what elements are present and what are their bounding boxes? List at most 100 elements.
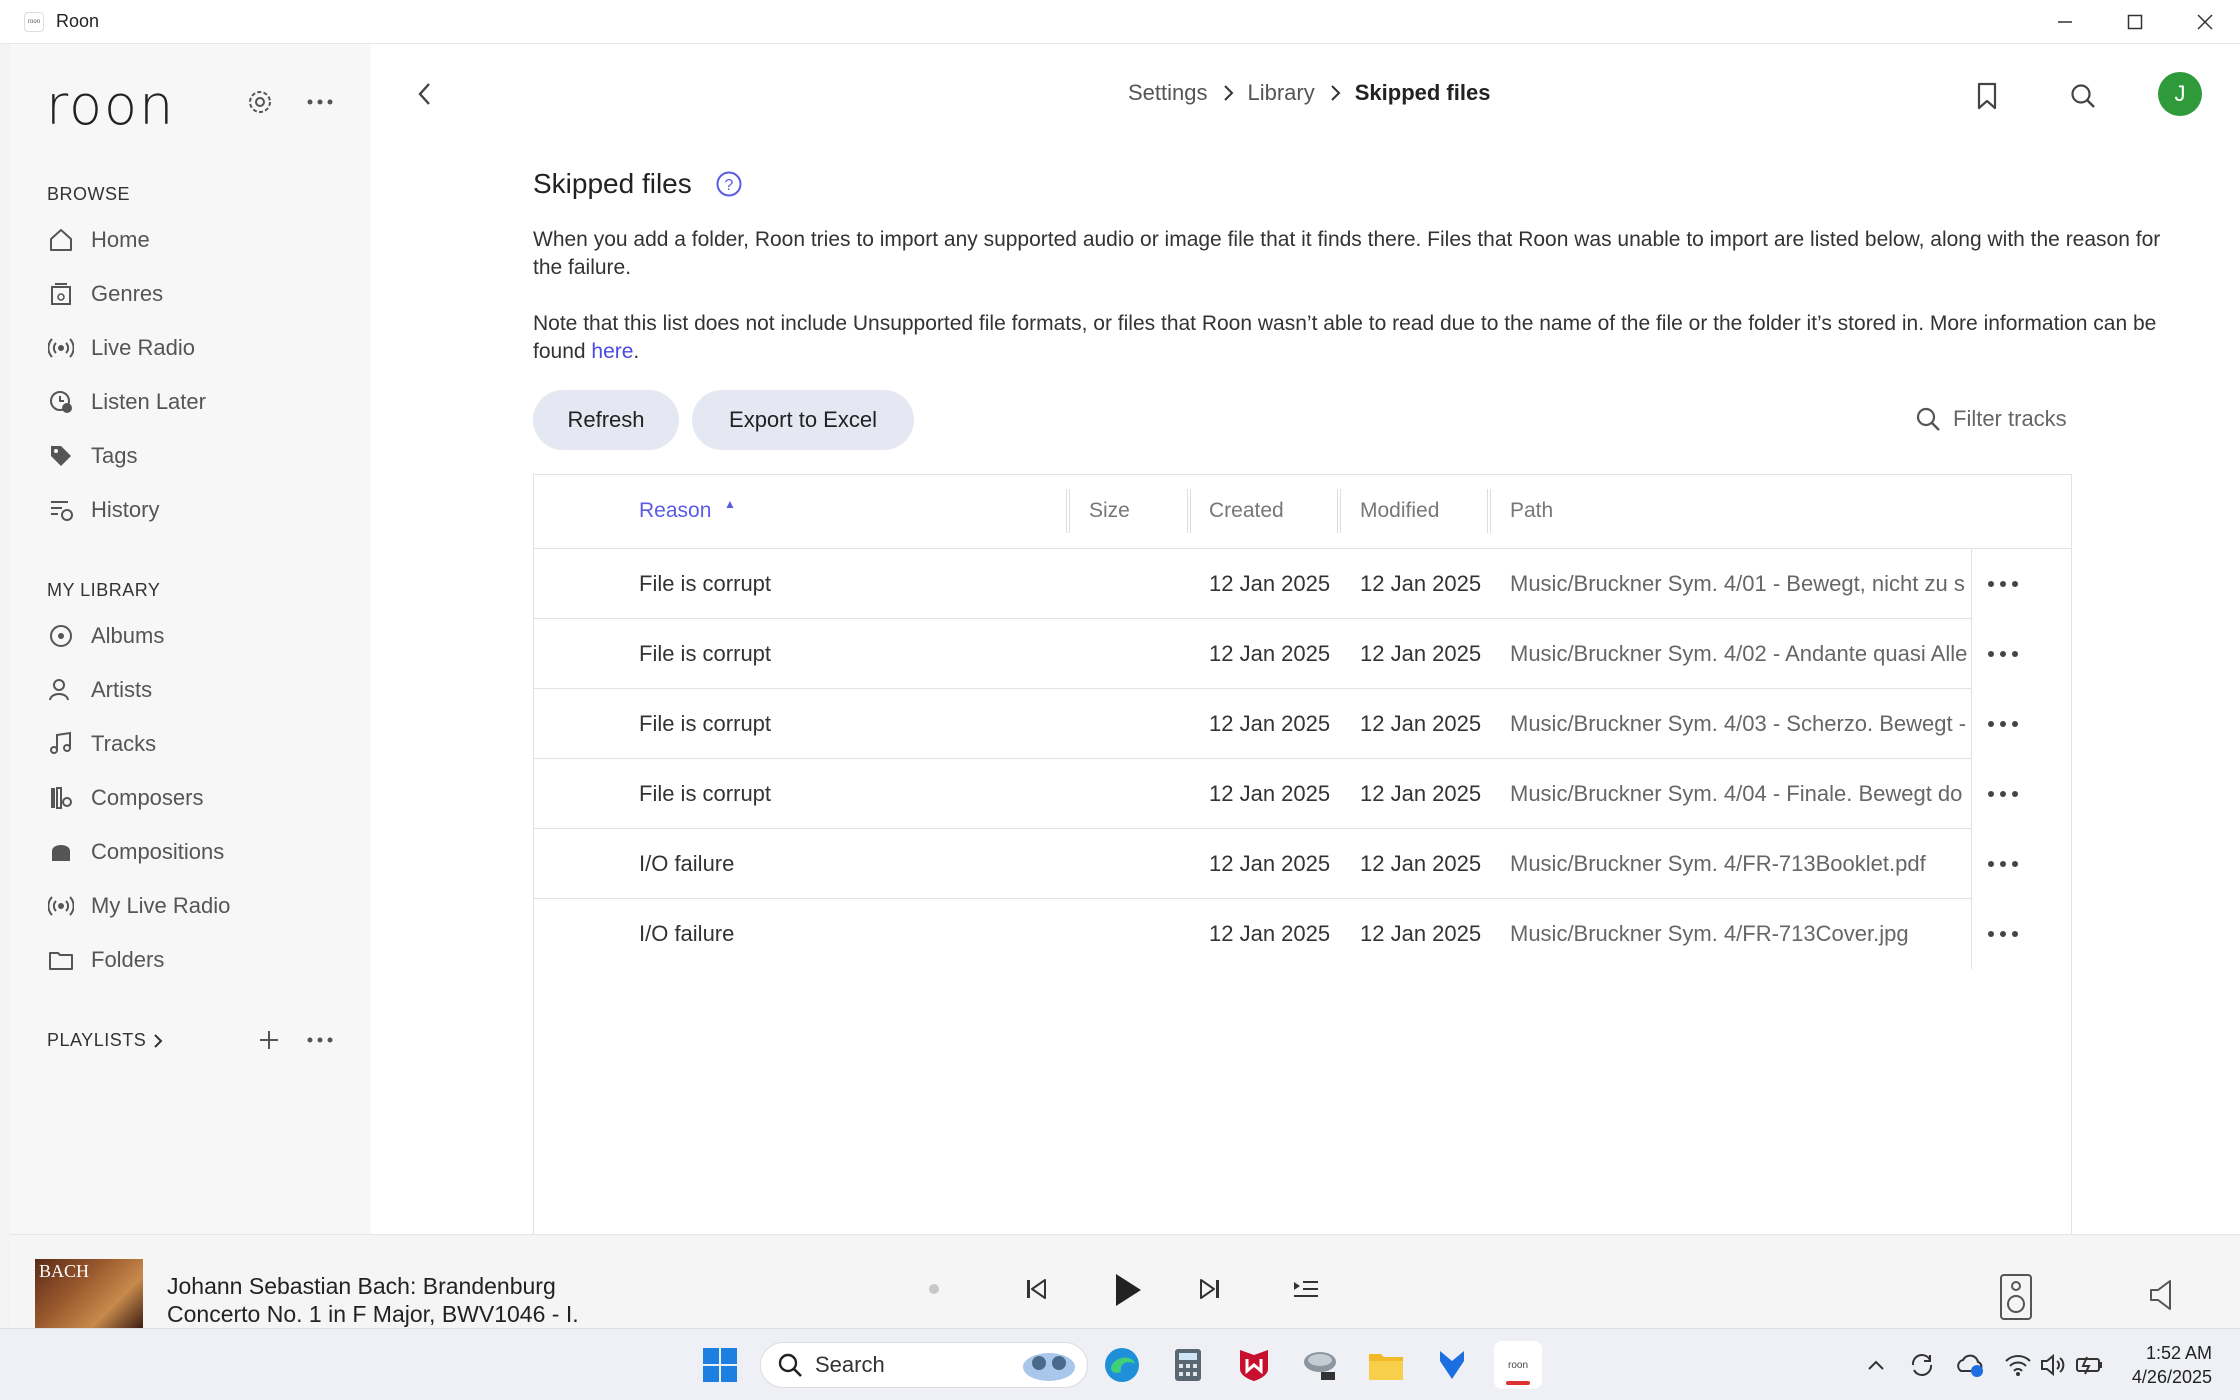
row-more-icon[interactable] <box>1971 899 2033 969</box>
settings-gear-icon[interactable] <box>240 82 280 122</box>
playlists-more-icon[interactable] <box>300 1020 340 1060</box>
disk-app-icon[interactable] <box>1296 1341 1344 1389</box>
row-more-icon[interactable] <box>1971 689 2033 759</box>
help-icon[interactable]: ? <box>715 170 743 198</box>
roon-taskbar-icon[interactable]: roon <box>1494 1341 1542 1389</box>
home-icon <box>47 226 75 254</box>
album-art[interactable]: BACH <box>35 1259 143 1329</box>
sidebar-item-label: Compositions <box>91 839 225 864</box>
sort-ascending-icon: ▲ <box>724 497 736 511</box>
add-playlist-icon[interactable] <box>249 1020 289 1060</box>
folder-icon <box>47 946 75 974</box>
mcafee-icon[interactable] <box>1230 1341 1278 1389</box>
column-header-created[interactable]: Created <box>1209 499 1284 523</box>
sidebar-item-live-radio[interactable]: Live Radio <box>47 328 347 368</box>
column-header-reason[interactable]: Reason <box>639 499 711 523</box>
chevron-right-icon <box>1222 84 1234 102</box>
genres-icon <box>47 280 75 308</box>
track-title-line1[interactable]: Johann Sebastian Bach: Brandenburg <box>167 1273 767 1300</box>
breadcrumb: Settings Library Skipped files <box>1128 80 1490 106</box>
sidebar-item-composers[interactable]: Composers <box>47 778 347 818</box>
column-resize-handle[interactable] <box>1066 489 1070 533</box>
table-row[interactable]: File is corrupt 12 Jan 2025 12 Jan 2025 … <box>534 759 2018 829</box>
column-header-path[interactable]: Path <box>1510 499 1553 523</box>
playlists-header-label: PLAYLISTS <box>47 1030 147 1050</box>
edge-browser-icon[interactable] <box>1098 1341 1146 1389</box>
table-row[interactable]: File is corrupt 12 Jan 2025 12 Jan 2025 … <box>534 549 2018 619</box>
column-header-size[interactable]: Size <box>1089 499 1130 523</box>
filter-placeholder: Filter tracks <box>1953 406 2067 431</box>
column-resize-handle[interactable] <box>1187 489 1191 533</box>
row-more-icon[interactable] <box>1971 759 2033 829</box>
export-to-excel-button[interactable]: Export to Excel <box>692 390 914 450</box>
sidebar-item-home[interactable]: Home <box>47 220 347 260</box>
volume-icon[interactable] <box>2142 1275 2182 1315</box>
sidebar-item-folders[interactable]: Folders <box>47 940 347 980</box>
status-dot-icon <box>924 1279 944 1299</box>
maximize-button[interactable] <box>2100 0 2170 44</box>
chevron-up-icon[interactable] <box>1852 1341 1900 1389</box>
minimize-button[interactable] <box>2030 0 2100 44</box>
table-row[interactable]: I/O failure 12 Jan 2025 12 Jan 2025 Musi… <box>534 829 2018 899</box>
playlists-header[interactable]: PLAYLISTS <box>47 1030 164 1051</box>
chevron-right-icon <box>154 1033 163 1048</box>
sidebar-item-label: Albums <box>91 623 165 648</box>
sidebar-item-tracks[interactable]: Tracks <box>47 724 347 764</box>
bookmark-icon[interactable] <box>1965 74 2009 118</box>
close-window-button[interactable] <box>2170 0 2240 44</box>
sidebar-item-genres[interactable]: Genres <box>47 274 347 314</box>
sidebar-item-my-live-radio[interactable]: My Live Radio <box>47 886 347 926</box>
sidebar-item-compositions[interactable]: Compositions <box>47 832 347 872</box>
taskbar-clock[interactable]: 1:52 AM 4/26/2025 <box>2120 1341 2212 1389</box>
sync-icon[interactable] <box>1898 1341 1946 1389</box>
refresh-button[interactable]: Refresh <box>533 390 679 450</box>
breadcrumb-current: Skipped files <box>1354 80 1491 105</box>
user-avatar[interactable]: J <box>2158 72 2202 116</box>
cloud-status-icon[interactable] <box>1946 1341 1994 1389</box>
battery-icon[interactable] <box>2066 1341 2114 1389</box>
sidebar-item-tags[interactable]: Tags <box>47 436 347 476</box>
row-more-icon[interactable] <box>1971 619 2033 689</box>
cell-path: Music/Bruckner Sym. 4/FR-713Booklet.pdf <box>1510 851 1926 876</box>
row-more-icon[interactable] <box>1971 829 2033 899</box>
column-resize-handle[interactable] <box>1487 489 1491 533</box>
main-content: Settings Library Skipped files J Skipped… <box>371 44 2240 1263</box>
sidebar-item-artists[interactable]: Artists <box>47 670 347 710</box>
more-options-icon[interactable] <box>300 82 340 122</box>
queue-icon[interactable] <box>1286 1269 1326 1309</box>
play-icon[interactable] <box>1102 1265 1152 1315</box>
search-icon <box>778 1353 802 1377</box>
column-resize-handle[interactable] <box>1337 489 1341 533</box>
filter-tracks-input[interactable]: Filter tracks <box>1913 404 2067 434</box>
back-arrow-icon[interactable] <box>405 74 445 114</box>
sidebar-item-listen-later[interactable]: Listen Later <box>47 382 347 422</box>
roon-logo[interactable]: roon <box>46 74 175 137</box>
player-bar: BACH Johann Sebastian Bach: Brandenburg … <box>10 1234 2240 1329</box>
windows-start-icon[interactable] <box>696 1341 744 1389</box>
sidebar-item-albums[interactable]: Albums <box>47 616 347 656</box>
table-row[interactable]: File is corrupt 12 Jan 2025 12 Jan 2025 … <box>534 619 2018 689</box>
track-title-line2[interactable]: Concerto No. 1 in F Major, BWV1046 - I. <box>167 1301 767 1328</box>
table-row[interactable]: I/O failure 12 Jan 2025 12 Jan 2025 Musi… <box>534 899 2018 969</box>
file-explorer-icon[interactable] <box>1362 1341 1410 1389</box>
breadcrumb-library[interactable]: Library <box>1248 80 1315 106</box>
download-app-icon[interactable] <box>1428 1341 1476 1389</box>
more-info-link[interactable]: here <box>591 340 633 363</box>
cell-modified: 12 Jan 2025 <box>1360 571 1482 596</box>
previous-track-icon[interactable] <box>1016 1269 1056 1309</box>
cell-modified: 12 Jan 2025 <box>1360 921 1482 946</box>
cell-reason: File is corrupt <box>639 641 772 666</box>
breadcrumb-settings[interactable]: Settings <box>1128 80 1208 106</box>
speaker-zone-icon[interactable] <box>1996 1271 2036 1323</box>
sidebar-item-history[interactable]: History <box>47 490 347 530</box>
cell-created: 12 Jan 2025 <box>1209 711 1331 736</box>
next-track-icon[interactable] <box>1190 1269 1230 1309</box>
table-row[interactable]: File is corrupt 12 Jan 2025 12 Jan 2025 … <box>534 689 2018 759</box>
column-header-modified[interactable]: Modified <box>1360 499 1439 523</box>
calculator-icon[interactable] <box>1164 1341 1212 1389</box>
row-more-icon[interactable] <box>1971 549 2033 619</box>
taskbar-search-box[interactable]: Search <box>760 1342 1088 1388</box>
cell-path: Music/Bruckner Sym. 4/02 - Andante quasi… <box>1510 641 1968 666</box>
sidebar-item-label: Genres <box>91 281 164 306</box>
search-icon[interactable] <box>2061 74 2105 118</box>
